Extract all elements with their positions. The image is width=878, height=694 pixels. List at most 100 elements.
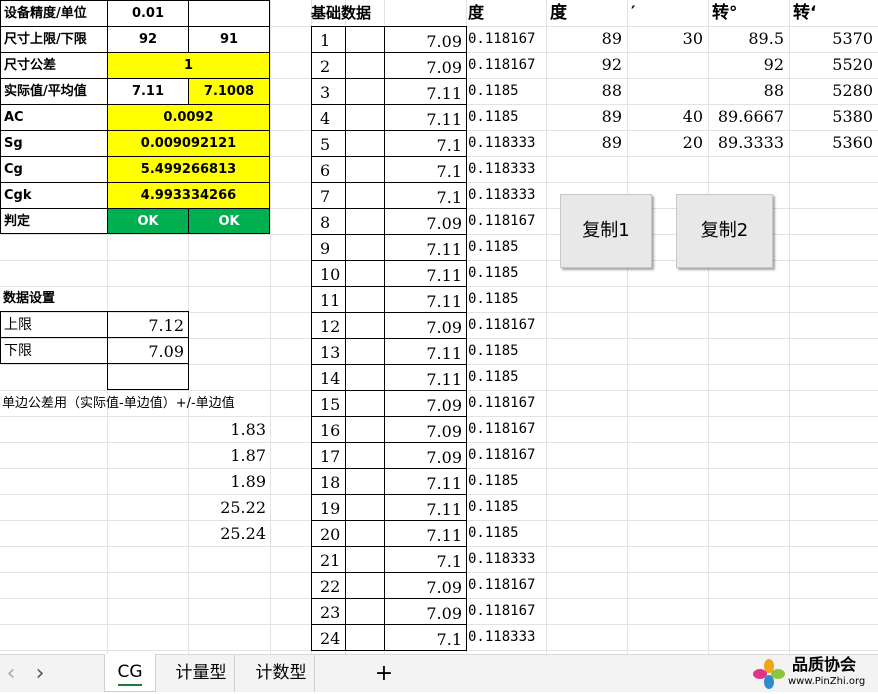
degree-value[interactable]: 0.118333 bbox=[468, 624, 546, 650]
empty-cell[interactable] bbox=[345, 208, 385, 235]
empty-cell[interactable] bbox=[345, 572, 385, 599]
empty-cell[interactable] bbox=[345, 390, 385, 417]
degree-value[interactable]: 0.118167 bbox=[468, 312, 546, 338]
empty-cell[interactable] bbox=[107, 363, 189, 390]
degree-value[interactable]: 0.118333 bbox=[468, 182, 546, 208]
degree-value[interactable]: 0.118167 bbox=[468, 26, 546, 52]
row-number[interactable]: 24 bbox=[311, 624, 346, 651]
conversion-cell[interactable]: 89 bbox=[546, 130, 626, 156]
conversion-cell[interactable]: 30 bbox=[627, 26, 707, 52]
empty-cell[interactable] bbox=[345, 364, 385, 391]
row-number[interactable]: 23 bbox=[311, 598, 346, 625]
degree-value[interactable]: 0.1185 bbox=[468, 260, 546, 286]
row-number[interactable]: 8 bbox=[311, 208, 346, 235]
degree-value[interactable]: 0.1185 bbox=[468, 104, 546, 130]
measured-value[interactable]: 7.11 bbox=[384, 234, 467, 261]
measured-value[interactable]: 7.09 bbox=[384, 26, 467, 53]
conversion-cell[interactable]: 88 bbox=[546, 78, 626, 104]
extra-value[interactable]: 1.83 bbox=[188, 417, 270, 443]
empty-cell[interactable] bbox=[345, 182, 385, 209]
empty-cell[interactable] bbox=[345, 598, 385, 625]
measured-value[interactable]: 7.09 bbox=[384, 52, 467, 79]
measured-value[interactable]: 7.09 bbox=[384, 442, 467, 469]
measured-value[interactable]: 7.11 bbox=[384, 286, 467, 313]
row-number[interactable]: 4 bbox=[311, 104, 346, 131]
empty-cell[interactable] bbox=[345, 624, 385, 651]
row-number[interactable]: 11 bbox=[311, 286, 346, 313]
measured-value[interactable]: 7.09 bbox=[384, 208, 467, 235]
conversion-cell[interactable]: 20 bbox=[627, 130, 707, 156]
precision-value[interactable]: 0.01 bbox=[107, 0, 189, 27]
upper-size-value[interactable]: 92 bbox=[107, 26, 189, 53]
conversion-cell[interactable]: 92 bbox=[708, 52, 788, 78]
empty-cell[interactable] bbox=[345, 468, 385, 495]
empty-cell[interactable] bbox=[188, 0, 270, 27]
measured-value[interactable]: 7.11 bbox=[384, 260, 467, 287]
row-number[interactable]: 9 bbox=[311, 234, 346, 261]
empty-cell[interactable] bbox=[345, 52, 385, 79]
conversion-cell[interactable]: 89 bbox=[546, 104, 626, 130]
row-number[interactable]: 1 bbox=[311, 26, 346, 53]
extra-value[interactable]: 25.22 bbox=[188, 495, 270, 521]
conversion-cell[interactable]: 5280 bbox=[789, 78, 877, 104]
degree-value[interactable]: 0.118167 bbox=[468, 572, 546, 598]
conversion-cell[interactable]: 89.5 bbox=[708, 26, 788, 52]
measured-value[interactable]: 7.1 bbox=[384, 624, 467, 651]
measured-value[interactable]: 7.1 bbox=[384, 182, 467, 209]
tab-variable[interactable]: 计量型 bbox=[168, 655, 235, 692]
tab-attribute[interactable]: 计数型 bbox=[248, 655, 315, 692]
degree-value[interactable]: 0.1185 bbox=[468, 286, 546, 312]
empty-cell[interactable] bbox=[345, 234, 385, 261]
degree-value[interactable]: 0.1185 bbox=[468, 494, 546, 520]
conversion-cell[interactable]: 89.3333 bbox=[708, 130, 788, 156]
lower-size-value[interactable]: 91 bbox=[188, 26, 270, 53]
empty-cell[interactable] bbox=[345, 416, 385, 443]
conversion-cell[interactable] bbox=[627, 78, 707, 104]
row-number[interactable]: 2 bbox=[311, 52, 346, 79]
extra-value[interactable]: 1.87 bbox=[188, 443, 270, 469]
empty-cell[interactable] bbox=[345, 286, 385, 313]
measured-value[interactable]: 7.11 bbox=[384, 468, 467, 495]
conversion-cell[interactable] bbox=[627, 52, 707, 78]
degree-value[interactable]: 0.118333 bbox=[468, 156, 546, 182]
row-number[interactable]: 12 bbox=[311, 312, 346, 339]
degree-value[interactable]: 0.118333 bbox=[468, 130, 546, 156]
add-sheet-button[interactable]: + bbox=[372, 655, 396, 692]
conversion-cell[interactable]: 89 bbox=[546, 26, 626, 52]
degree-value[interactable]: 0.118167 bbox=[468, 416, 546, 442]
conversion-cell[interactable]: 5360 bbox=[789, 130, 877, 156]
empty-cell[interactable] bbox=[345, 78, 385, 105]
row-number[interactable]: 20 bbox=[311, 520, 346, 547]
ac-value[interactable]: 0.0092 bbox=[107, 104, 270, 131]
actual-value[interactable]: 7.11 bbox=[107, 78, 189, 105]
degree-value[interactable]: 0.118167 bbox=[468, 390, 546, 416]
conversion-cell[interactable]: 92 bbox=[546, 52, 626, 78]
judge-result-1[interactable]: OK bbox=[107, 208, 189, 234]
empty-cell[interactable] bbox=[345, 494, 385, 521]
row-number[interactable]: 16 bbox=[311, 416, 346, 443]
cg-value[interactable]: 5.499266813 bbox=[107, 156, 270, 183]
empty-cell[interactable] bbox=[345, 260, 385, 287]
sg-value[interactable]: 0.009092121 bbox=[107, 130, 270, 157]
measured-value[interactable]: 7.09 bbox=[384, 572, 467, 599]
measured-value[interactable]: 7.11 bbox=[384, 104, 467, 131]
row-number[interactable]: 15 bbox=[311, 390, 346, 417]
degree-value[interactable]: 0.118167 bbox=[468, 598, 546, 624]
degree-value[interactable]: 0.1185 bbox=[468, 468, 546, 494]
prev-sheet-icon[interactable]: ‹ bbox=[2, 655, 20, 692]
degree-value[interactable]: 0.118167 bbox=[468, 442, 546, 468]
measured-value[interactable]: 7.11 bbox=[384, 364, 467, 391]
row-number[interactable]: 17 bbox=[311, 442, 346, 469]
row-number[interactable]: 10 bbox=[311, 260, 346, 287]
measured-value[interactable]: 7.11 bbox=[384, 78, 467, 105]
average-value[interactable]: 7.1008 bbox=[188, 78, 270, 105]
tolerance-value[interactable]: 1 bbox=[107, 52, 270, 79]
row-number[interactable]: 5 bbox=[311, 130, 346, 157]
judge-result-2[interactable]: OK bbox=[188, 208, 270, 234]
empty-cell[interactable] bbox=[345, 156, 385, 183]
extra-value[interactable]: 1.89 bbox=[188, 469, 270, 495]
measured-value[interactable]: 7.11 bbox=[384, 494, 467, 521]
conversion-cell[interactable]: 40 bbox=[627, 104, 707, 130]
degree-value[interactable]: 0.1185 bbox=[468, 234, 546, 260]
degree-value[interactable]: 0.1185 bbox=[468, 520, 546, 546]
